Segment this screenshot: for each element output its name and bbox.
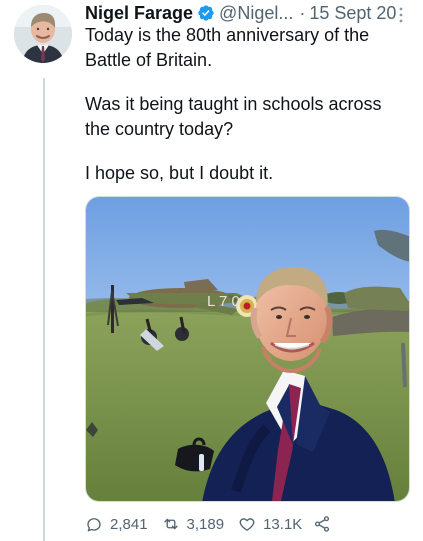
heart-icon: [239, 518, 255, 531]
tweet-timestamp[interactable]: 15 Sept 20: [309, 1, 396, 25]
reply-button[interactable]: 2,841: [85, 515, 148, 533]
retweet-button[interactable]: 3,189: [162, 515, 225, 533]
tweet-actions: 2,841 3,189 13.1K: [85, 512, 385, 536]
thread-line: [43, 78, 45, 541]
more-icon[interactable]: [398, 7, 404, 23]
share-icon: [315, 516, 330, 532]
author-handle[interactable]: @Nigel...: [219, 1, 293, 25]
retweet-count: 3,189: [186, 515, 225, 533]
avatar[interactable]: [14, 5, 72, 63]
reply-count: 2,841: [110, 515, 148, 533]
tweet-text: Today is the 80th anniversary of the Bat…: [85, 23, 410, 205]
tweet-paragraph: Was it being taught in schools across th…: [85, 94, 382, 139]
share-button[interactable]: [313, 515, 338, 533]
retweet-icon: [163, 518, 178, 530]
tweet-paragraph: I hope so, but I doubt it.: [85, 163, 274, 183]
tweet-photo[interactable]: L 7 0: [85, 196, 410, 502]
display-name[interactable]: Nigel Farage: [85, 1, 193, 25]
like-count: 13.1K: [263, 515, 303, 533]
tweet-header: Nigel Farage @Nigel... · 15 Sept 20: [85, 1, 413, 25]
meta-separator: ·: [299, 3, 306, 23]
tweet-paragraph: Today is the 80th anniversary of the Bat…: [85, 25, 370, 70]
reply-icon: [87, 518, 101, 532]
avatar-portrait: [14, 5, 72, 63]
aircraft-marking: L 7 0: [207, 293, 240, 310]
verified-icon: [198, 5, 214, 21]
like-button[interactable]: 13.1K: [238, 515, 302, 533]
